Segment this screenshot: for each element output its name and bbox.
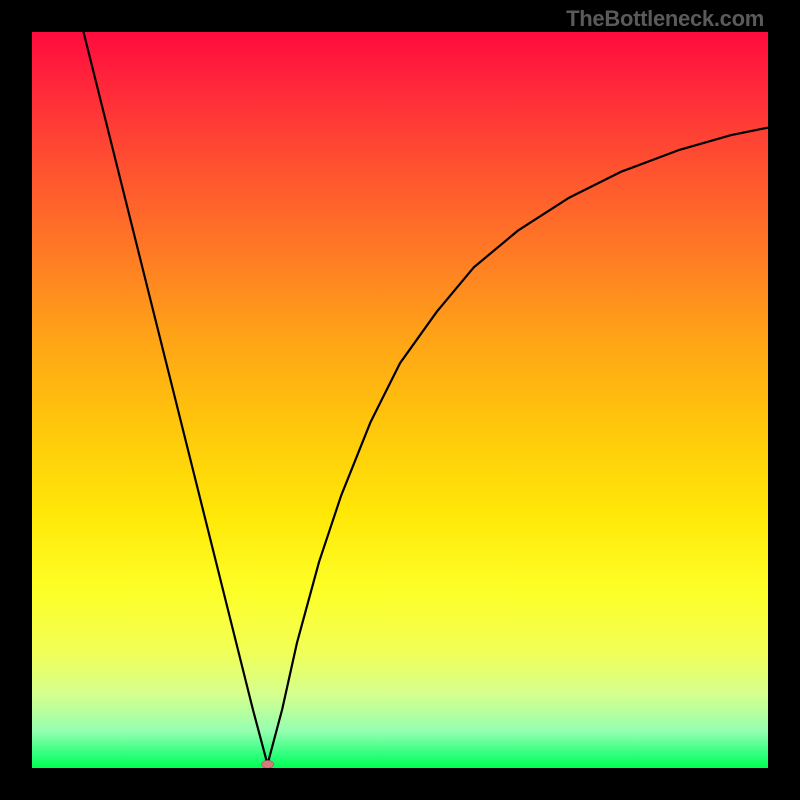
curve-layer (32, 32, 768, 768)
bottleneck-chart: TheBottleneck.com (0, 0, 800, 800)
optimum-marker (262, 760, 274, 768)
plot-area (32, 32, 768, 768)
bottleneck-curve (84, 32, 768, 764)
attribution-label: TheBottleneck.com (566, 6, 764, 32)
